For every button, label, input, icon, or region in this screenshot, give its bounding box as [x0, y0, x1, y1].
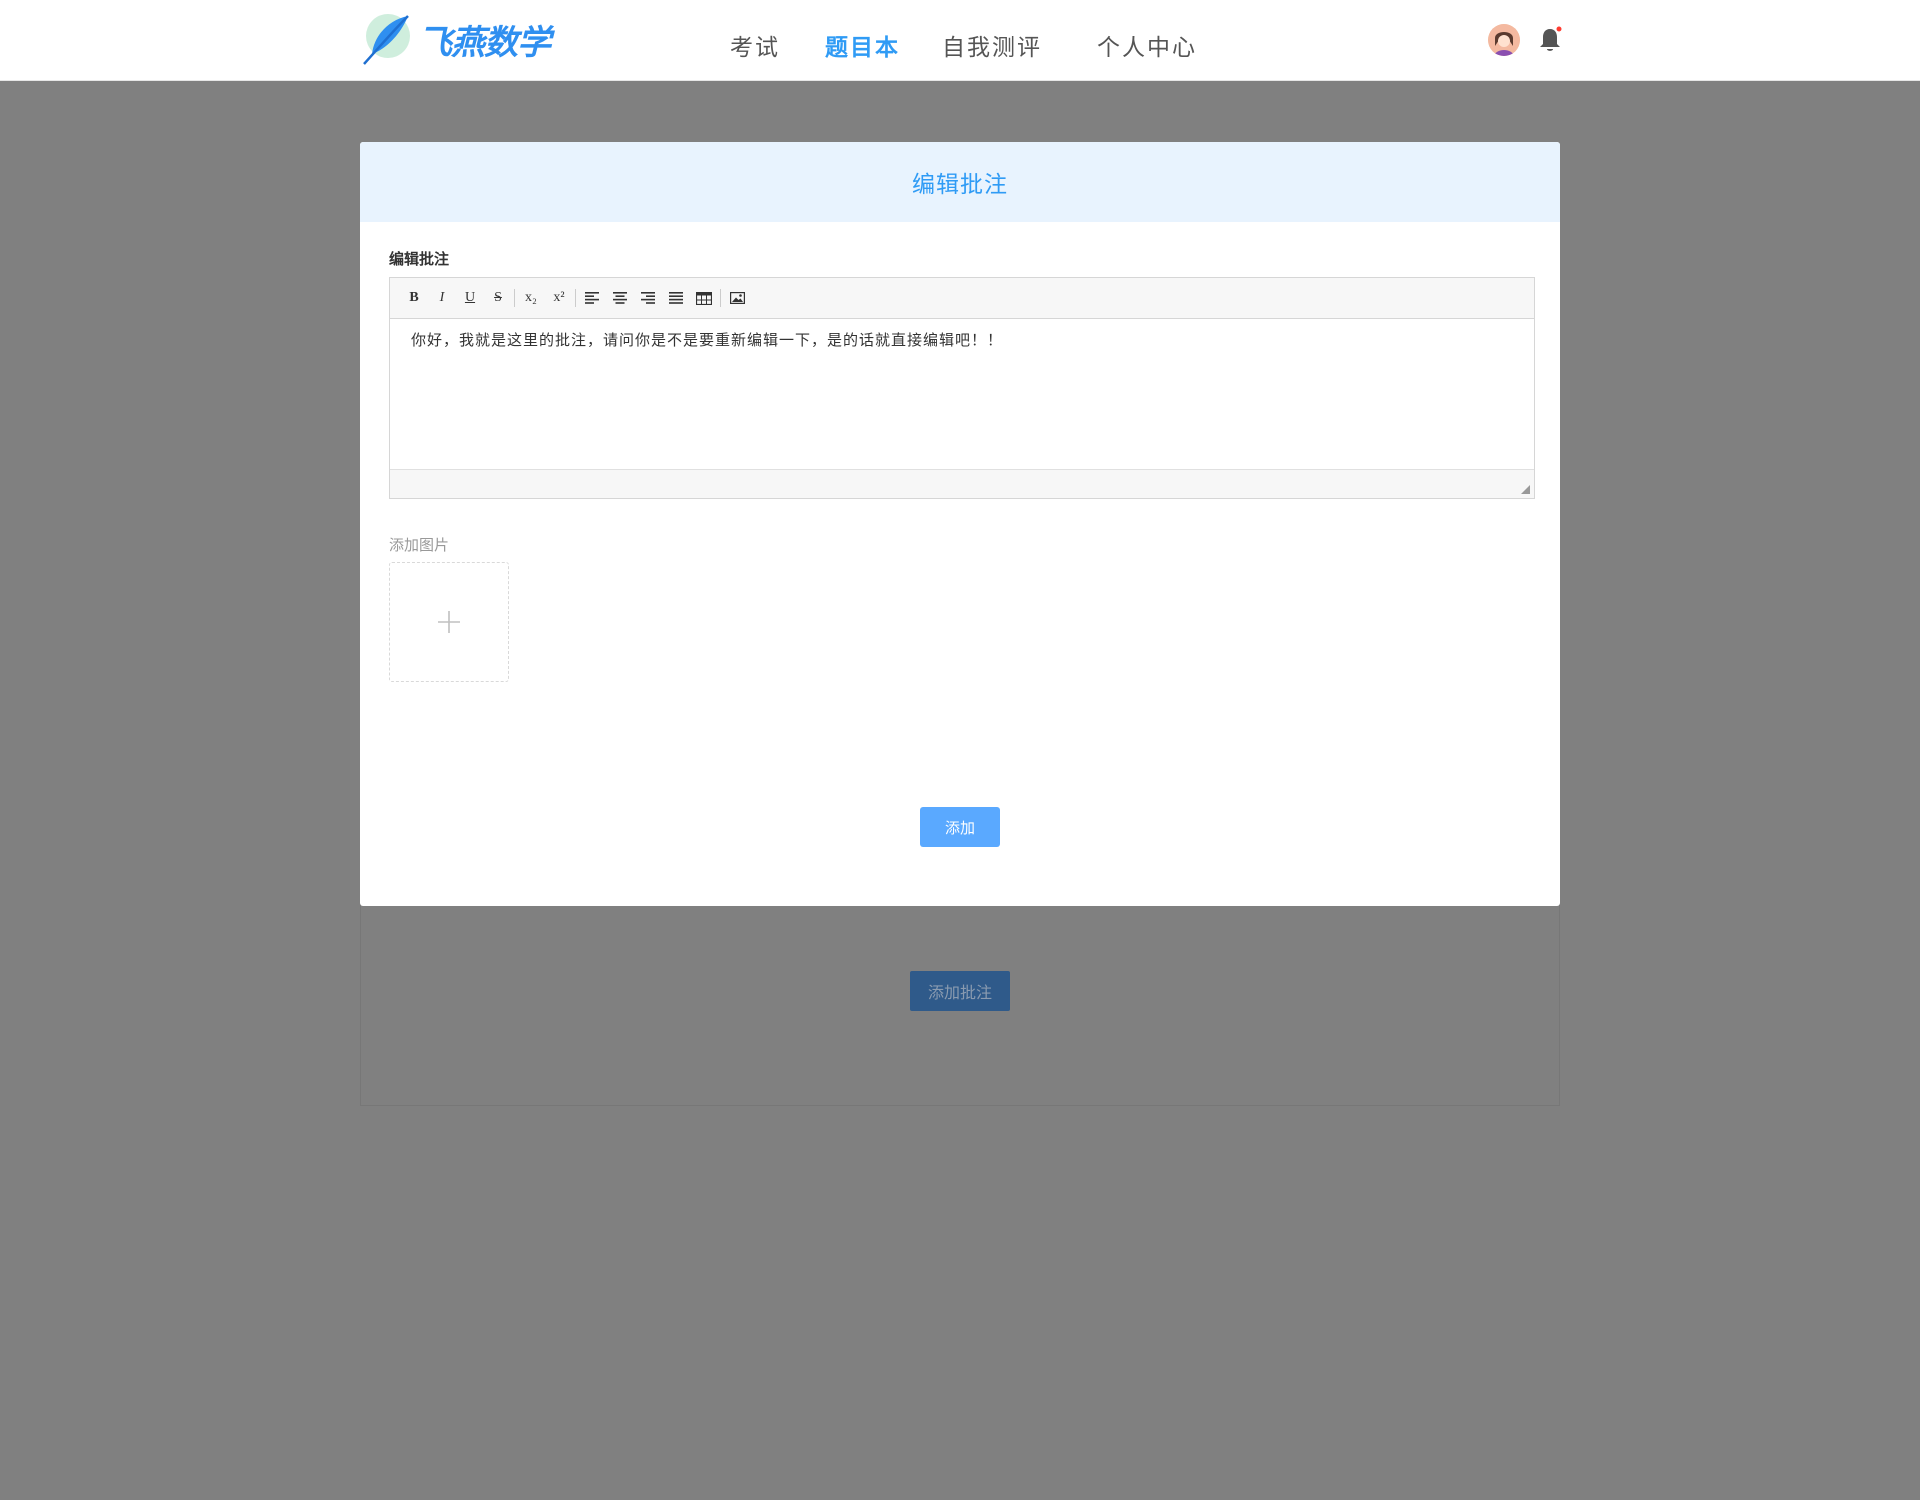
toolbar-divider	[514, 289, 515, 307]
add-image-label: 添加图片	[389, 536, 450, 554]
subscript-button[interactable]: x₂	[517, 284, 545, 312]
notification-dot	[1556, 26, 1562, 32]
align-left-icon	[585, 292, 599, 304]
bold-button[interactable]: B	[400, 284, 428, 312]
align-center-button[interactable]	[606, 284, 634, 312]
table-icon	[696, 291, 712, 305]
align-left-button[interactable]	[578, 284, 606, 312]
avatar[interactable]	[1488, 24, 1520, 56]
underline-button[interactable]: U	[456, 284, 484, 312]
modal-header: 编辑批注	[360, 142, 1560, 222]
insert-table-button[interactable]	[690, 284, 718, 312]
image-icon	[729, 292, 745, 304]
align-right-icon	[641, 292, 655, 304]
nav-self-assessment[interactable]: 自我测评	[942, 28, 1042, 62]
rich-text-editor: B I U S x₂ x² 你好，我就是这里的批注，请问你是不是要重新编辑一下，…	[389, 277, 1535, 499]
editor-statusbar	[390, 469, 1534, 498]
add-annotation-button[interactable]: 添加批注	[910, 971, 1010, 1011]
edit-annotation-modal: 编辑批注 编辑批注 B I U S x₂ x² 你好，我就是这里的批注，请问你是…	[360, 142, 1560, 906]
editor-text-area[interactable]: 你好，我就是这里的批注，请问你是不是要重新编辑一下，是的话就直接编辑吧！！	[390, 319, 1534, 450]
editor-label: 编辑批注	[389, 250, 450, 268]
toolbar-divider	[720, 289, 721, 307]
italic-button[interactable]: I	[428, 284, 456, 312]
top-header: 飞燕数学 考试 题目本 自我测评 个人中心	[0, 0, 1920, 81]
image-upload-box[interactable]	[389, 562, 509, 682]
align-center-icon	[613, 292, 627, 304]
superscript-button[interactable]: x²	[545, 284, 573, 312]
main-nav: 考试 题目本 自我测评 个人中心	[0, 0, 1920, 80]
toolbar-divider	[575, 289, 576, 307]
modal-title: 编辑批注	[912, 172, 1008, 198]
plus-icon	[438, 611, 460, 633]
bell-icon[interactable]	[1538, 26, 1562, 54]
align-right-button[interactable]	[634, 284, 662, 312]
align-justify-icon	[669, 292, 683, 304]
strikethrough-button[interactable]: S	[484, 284, 512, 312]
nav-personal-center[interactable]: 个人中心	[1097, 28, 1197, 62]
nav-question-book[interactable]: 题目本	[825, 28, 900, 62]
align-justify-button[interactable]	[662, 284, 690, 312]
insert-image-button[interactable]	[723, 284, 751, 312]
resize-handle-icon[interactable]	[1521, 485, 1530, 494]
editor-toolbar: B I U S x₂ x²	[390, 278, 1534, 319]
user-avatar-icon	[1488, 24, 1520, 56]
submit-add-button[interactable]: 添加	[920, 807, 1000, 847]
nav-exam[interactable]: 考试	[730, 28, 780, 62]
